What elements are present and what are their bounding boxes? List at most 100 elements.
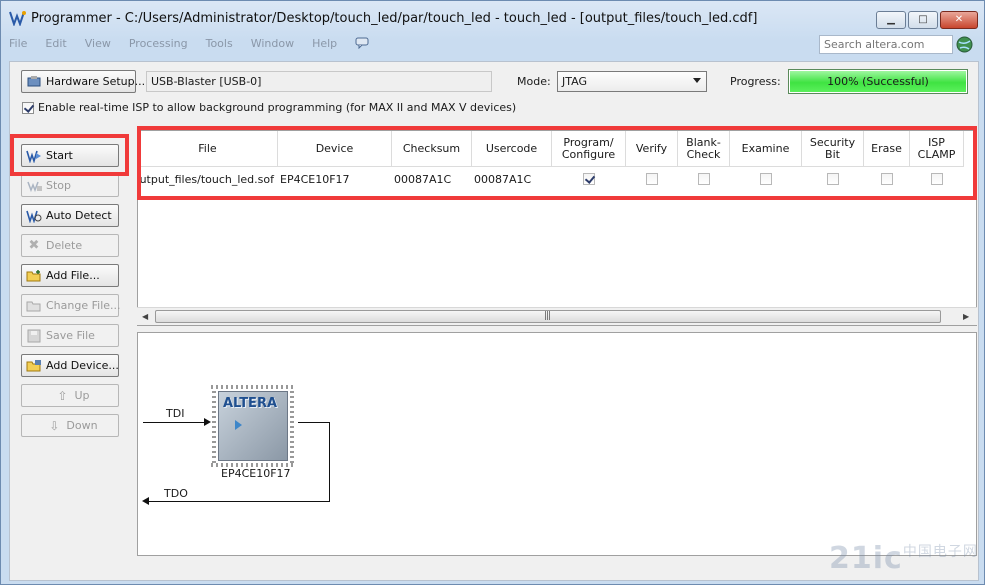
menu-tools[interactable]: Tools	[204, 37, 235, 50]
arrow-down-icon: ⇩	[49, 418, 60, 433]
title-bar: Programmer - C:/Users/Administrator/Desk…	[1, 1, 984, 35]
col-security-bit[interactable]: Security Bit	[802, 131, 864, 167]
menu-window[interactable]: Window	[249, 37, 296, 50]
close-icon: ✕	[954, 14, 964, 25]
add-file-button[interactable]: Add File...	[21, 264, 119, 287]
chip-pins-left	[212, 389, 216, 463]
cell-blank-check	[678, 169, 730, 189]
isp-option[interactable]: Enable real-time ISP to allow background…	[22, 101, 516, 114]
tdo-line-down	[329, 422, 330, 502]
col-checksum[interactable]: Checksum	[392, 131, 472, 167]
cell-erase	[864, 169, 910, 189]
col-file[interactable]: File	[138, 131, 278, 167]
table-row[interactable]: output_files/touch_led.sof EP4CE10F17 00…	[138, 169, 964, 189]
cell-security-bit	[802, 169, 864, 189]
save-file-button[interactable]: Save File	[21, 324, 119, 347]
change-file-button[interactable]: Change File...	[21, 294, 121, 317]
auto-detect-button[interactable]: Auto Detect	[21, 204, 119, 227]
window-controls: ▁ □ ✕	[874, 11, 978, 29]
col-isp-clamp[interactable]: ISP CLAMP	[910, 131, 964, 167]
grip-icon: |||	[544, 311, 551, 321]
menu-processing[interactable]: Processing	[127, 37, 190, 50]
menu-view[interactable]: View	[83, 37, 113, 50]
cell-isp-clamp	[910, 169, 964, 189]
scroll-left-icon[interactable]: ◀	[142, 312, 148, 321]
security-bit-checkbox[interactable]	[827, 173, 839, 185]
col-usercode[interactable]: Usercode	[472, 131, 552, 167]
examine-checkbox[interactable]	[760, 173, 772, 185]
down-button[interactable]: ⇩ Down	[21, 414, 119, 437]
help-chat-icon[interactable]	[355, 37, 369, 49]
col-blank-check[interactable]: Blank- Check	[678, 131, 730, 167]
stop-button[interactable]: Stop	[21, 174, 119, 197]
progress-bar: 100% (Successful)	[788, 69, 968, 94]
chip-pins-right	[290, 389, 294, 463]
mode-select[interactable]: JTAG	[557, 71, 707, 92]
cell-examine	[730, 169, 802, 189]
progress-label: Progress:	[730, 75, 781, 88]
chevron-down-icon	[693, 78, 701, 83]
change-file-icon	[26, 301, 41, 311]
window-title: Programmer - C:/Users/Administrator/Desk…	[31, 11, 758, 26]
col-device[interactable]: Device	[278, 131, 392, 167]
cell-file: output_files/touch_led.sof	[138, 172, 274, 186]
cell-usercode: 00087A1C	[474, 172, 532, 186]
tdo-arrow-icon	[142, 497, 149, 505]
chip-device-name: EP4CE10F17	[221, 467, 291, 480]
col-examine[interactable]: Examine	[730, 131, 802, 167]
cell-device: EP4CE10F17	[280, 172, 350, 186]
menu-file[interactable]: File	[7, 37, 29, 50]
table-horizontal-scrollbar[interactable]: ◀ ||| ▶	[137, 307, 977, 325]
maximize-icon: □	[918, 14, 928, 25]
chip-play-icon	[235, 420, 242, 430]
isp-label: Enable real-time ISP to allow background…	[38, 101, 517, 114]
watermark-sub: 中国电子网	[902, 544, 978, 560]
scroll-right-icon[interactable]: ▶	[963, 312, 969, 321]
minimize-button[interactable]: ▁	[876, 11, 906, 29]
up-button[interactable]: ⇧ Up	[21, 384, 119, 407]
start-button[interactable]: Start	[21, 144, 119, 167]
mode-label: Mode:	[517, 75, 551, 88]
hardware-device-field: USB-Blaster [USB-0]	[146, 71, 492, 92]
save-disk-icon	[27, 329, 41, 342]
col-program-configure[interactable]: Program/ Configure	[552, 131, 626, 167]
maximize-button[interactable]: □	[908, 11, 938, 29]
watermark-main: 21ic	[829, 541, 903, 576]
verify-checkbox[interactable]	[646, 173, 658, 185]
blank-check-checkbox[interactable]	[698, 173, 710, 185]
menu-help[interactable]: Help	[310, 37, 339, 50]
usb-blaster-icon	[27, 75, 41, 86]
tdi-line	[143, 422, 207, 423]
programmer-app-icon	[9, 11, 26, 26]
main-panel: Hardware Setup... USB-Blaster [USB-0] Mo…	[9, 61, 979, 581]
scrollbar-thumb[interactable]: |||	[155, 310, 941, 323]
col-erase[interactable]: Erase	[864, 131, 910, 167]
minimize-icon: ▁	[887, 14, 895, 25]
delete-button[interactable]: ✖ Delete	[21, 234, 119, 257]
file-table: File Device Checksum Usercode Program/ C…	[137, 130, 977, 326]
menu-edit[interactable]: Edit	[43, 37, 68, 50]
tdi-arrow-icon	[204, 418, 211, 426]
hardware-setup-button[interactable]: Hardware Setup...	[21, 70, 145, 93]
add-device-icon	[26, 359, 41, 371]
cell-checksum: 00087A1C	[394, 172, 452, 186]
altera-logo: ALTERA	[223, 396, 278, 411]
auto-detect-icon	[26, 210, 42, 223]
isp-clamp-checkbox[interactable]	[931, 173, 943, 185]
program-checkbox[interactable]	[583, 173, 595, 185]
col-verify[interactable]: Verify	[626, 131, 678, 167]
menu-bar: File Edit View Processing Tools Window H…	[7, 33, 369, 53]
isp-checkbox[interactable]	[22, 101, 34, 114]
erase-checkbox[interactable]	[881, 173, 893, 185]
programmer-window: Programmer - C:/Users/Administrator/Desk…	[0, 0, 985, 585]
chip-pins-top	[211, 385, 295, 389]
search-input[interactable]	[819, 35, 953, 54]
arrow-up-icon: ⇧	[57, 388, 68, 403]
close-button[interactable]: ✕	[940, 11, 978, 29]
globe-icon[interactable]	[956, 36, 973, 53]
folder-open-icon	[26, 269, 41, 281]
cell-verify	[626, 169, 678, 189]
fpga-chip[interactable]: ALTERA	[218, 391, 288, 461]
add-device-button[interactable]: Add Device...	[21, 354, 119, 377]
cell-program	[552, 169, 626, 189]
